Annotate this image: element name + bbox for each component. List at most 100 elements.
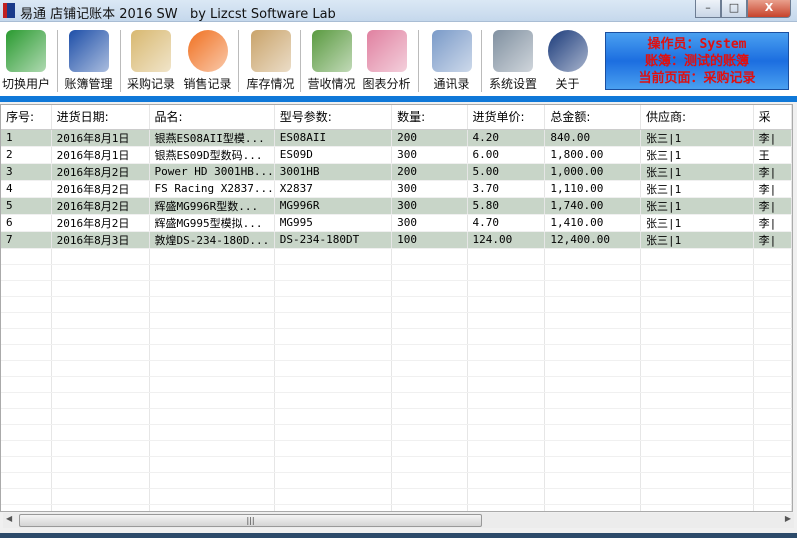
table-cell <box>149 424 275 441</box>
column-header[interactable]: 进货单价: <box>467 105 546 130</box>
maximize-button[interactable]: □ <box>721 0 747 18</box>
table-cell: 2016年8月2日 <box>51 214 150 232</box>
table-cell <box>640 424 754 441</box>
table-cell: 2 <box>1 146 52 164</box>
column-header[interactable]: 品名: <box>149 105 275 130</box>
table-cell <box>274 344 393 361</box>
toolbar-button-label: 切换用户 <box>1 77 50 91</box>
column-header[interactable]: 供应商: <box>640 105 754 130</box>
table-cell <box>149 408 275 425</box>
table-row[interactable]: 6 2016年8月2日 辉盛MG995型模拟... MG995 300 4.70 1,410… <box>1 214 792 232</box>
table-cell <box>51 296 150 313</box>
column-header[interactable]: 采 <box>753 105 792 130</box>
empty-row <box>1 344 792 361</box>
table-cell: MG996R <box>274 197 393 215</box>
purchase-records-grid[interactable]: 序号: 进货日期: 品名: 型号参数: 数量: 进货单价: 总金额: 供应商: 采 1 2016年… <box>0 104 793 512</box>
toolbar-button-2[interactable]: 采购记录 <box>120 28 182 101</box>
toolbar-button-7[interactable]: 通讯录 <box>425 28 478 96</box>
table-cell <box>51 392 150 409</box>
close-button[interactable]: X <box>747 0 791 18</box>
table-cell: ES08AII <box>274 129 393 147</box>
table-row[interactable]: 5 2016年8月2日 辉盛MG996R型数... MG996R 300 5.80 1,74… <box>1 197 792 215</box>
table-cell <box>1 264 52 281</box>
table-cell <box>467 408 546 425</box>
empty-row <box>1 392 792 409</box>
table-cell: 张三|1 <box>640 129 754 147</box>
toolbar-button-9[interactable]: 关于 <box>545 28 590 96</box>
table-cell <box>149 472 275 489</box>
table-cell <box>544 296 641 313</box>
table-cell <box>1 504 52 511</box>
table-cell: 3001HB <box>274 163 393 181</box>
scroll-left-arrow[interactable]: ◀ <box>6 514 12 523</box>
table-cell <box>391 248 468 265</box>
table-cell <box>1 312 52 329</box>
toolbar-button-6[interactable]: 图表分析 <box>360 28 413 96</box>
table-cell <box>467 504 546 511</box>
table-row[interactable]: 1 2016年8月1日 银燕ES08AII型模... ES08AII 200 4.20 84… <box>1 129 792 147</box>
toolbar-button-4[interactable]: 库存情况 <box>243 28 298 96</box>
table-cell <box>274 488 393 505</box>
table-cell: 辉盛MG995型模拟... <box>149 214 275 232</box>
table-cell: 张三|1 <box>640 197 754 215</box>
empty-row <box>1 312 792 329</box>
table-cell <box>640 504 754 511</box>
scrollbar-thumb[interactable]: ||| <box>19 514 482 527</box>
toolbar-button-8[interactable]: 系统设置 <box>486 28 540 96</box>
inventory-box-icon <box>250 30 291 72</box>
table-cell: 王 <box>753 146 792 164</box>
table-cell <box>467 248 546 265</box>
table-cell: 840.00 <box>544 129 641 147</box>
table-cell <box>1 344 52 361</box>
scroll-right-arrow[interactable]: ▶ <box>785 514 791 523</box>
table-cell <box>467 264 546 281</box>
column-header[interactable]: 序号: <box>1 105 52 130</box>
table-cell <box>544 360 641 377</box>
table-cell <box>1 456 52 473</box>
table-cell <box>51 408 150 425</box>
table-cell <box>149 296 275 313</box>
table-cell: 银燕ES08AII型模... <box>149 129 275 147</box>
table-cell <box>753 456 792 473</box>
table-cell: 2016年8月2日 <box>51 163 150 181</box>
table-cell <box>274 440 393 457</box>
column-header[interactable]: 总金额: <box>544 105 641 130</box>
table-cell: 2016年8月2日 <box>51 197 150 215</box>
table-row[interactable]: 2 2016年8月1日 银燕ES09D型数码... ES09D 300 6.00 1,800… <box>1 146 792 164</box>
table-cell <box>149 328 275 345</box>
table-cell <box>391 456 468 473</box>
table-cell: 7 <box>1 231 52 249</box>
table-cell <box>274 392 393 409</box>
table-cell <box>640 376 754 393</box>
table-cell <box>467 312 546 329</box>
window-title: 易通 店铺记账本 2016 SW by Lizcst Software Lab <box>20 7 336 22</box>
column-header[interactable]: 型号参数: <box>274 105 393 130</box>
table-cell <box>753 248 792 265</box>
table-cell: 辉盛MG996R型数... <box>149 197 275 215</box>
table-cell <box>149 264 275 281</box>
empty-row <box>1 360 792 377</box>
table-cell <box>753 328 792 345</box>
column-header[interactable]: 数量: <box>391 105 468 130</box>
table-cell <box>640 392 754 409</box>
table-row[interactable]: 3 2016年8月2日 Power HD 3001HB... 3001HB 200 5.0… <box>1 163 792 181</box>
toolbar-button-0[interactable]: 切换用户 <box>0 28 52 96</box>
toolbar: 操作员：System 账簿：测试的账簿 当前页面：采购记录 切换用户 账簿管理 采购… <box>0 22 797 101</box>
table-cell: 张三|1 <box>640 146 754 164</box>
table-row[interactable]: 4 2016年8月2日 FS Racing X2837... X2837 300 3.70… <box>1 180 792 198</box>
horizontal-scrollbar[interactable]: ◀ ||| ▶ <box>3 513 794 528</box>
toolbar-button-5[interactable]: 营收情况 <box>305 28 358 96</box>
table-cell <box>51 360 150 377</box>
empty-row <box>1 408 792 425</box>
table-cell <box>544 328 641 345</box>
toolbar-button-1[interactable]: 账簿管理 <box>62 28 115 96</box>
table-row[interactable]: 7 2016年8月3日 敦煌DS-234-180D... DS-234-180DT 10… <box>1 231 792 249</box>
toolbar-button-3[interactable]: 销售记录 <box>180 28 235 96</box>
table-cell: Power HD 3001HB... <box>149 163 275 181</box>
column-header[interactable]: 进货日期: <box>51 105 150 130</box>
toolbar-separator <box>418 30 419 92</box>
minimize-button[interactable]: – <box>695 0 721 18</box>
table-cell <box>753 264 792 281</box>
purchase-box-icon <box>131 30 171 72</box>
table-cell <box>467 296 546 313</box>
